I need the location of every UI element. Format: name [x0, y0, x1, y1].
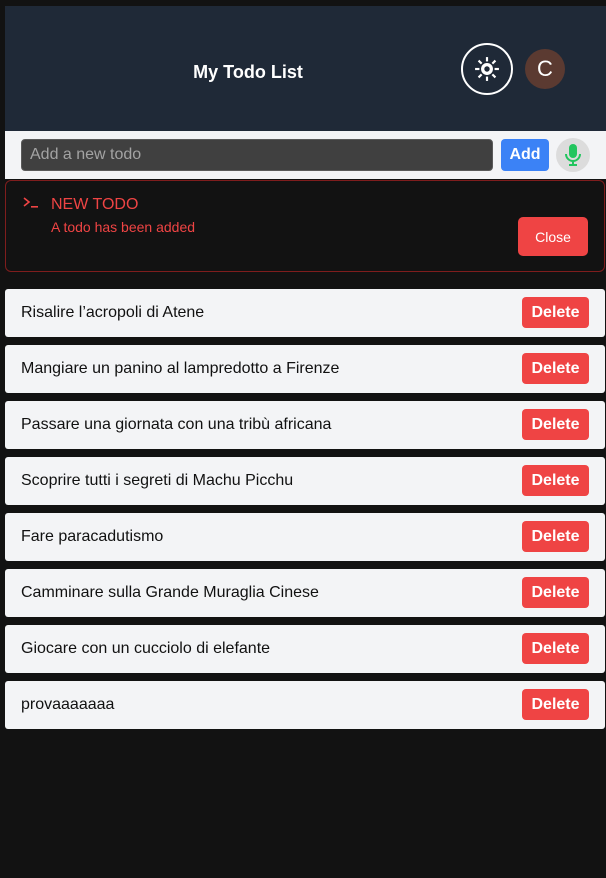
todo-item: provaaaaaaa Delete [5, 681, 605, 729]
todo-text: Camminare sulla Grande Muraglia Cinese [21, 584, 319, 601]
todo-text: Risalire l’acropoli di Atene [21, 304, 205, 321]
avatar[interactable]: C [525, 49, 565, 89]
sun-gear-icon [475, 57, 499, 81]
delete-button[interactable]: Delete [522, 689, 589, 720]
todo-item: Risalire l’acropoli di Atene Delete [5, 289, 605, 337]
alert-message: A todo has been added [51, 219, 196, 235]
delete-button[interactable]: Delete [522, 633, 589, 664]
todo-item: Camminare sulla Grande Muraglia Cinese D… [5, 569, 605, 617]
alert-title: NEW TODO [51, 196, 139, 213]
app-header: My Todo List C [5, 6, 606, 131]
add-button[interactable]: Add [501, 139, 549, 171]
todo-text: Scoprire tutti i segreti di Machu Picchu [21, 472, 294, 489]
page-title: My Todo List [193, 62, 303, 82]
todo-text: Giocare con un cucciolo di elefante [21, 640, 271, 657]
todo-item: Passare una giornata con una tribù afric… [5, 401, 605, 449]
close-button[interactable]: Close [518, 217, 588, 256]
todo-text: Passare una giornata con una tribù afric… [21, 416, 332, 433]
add-todo-bar: Add [5, 131, 606, 179]
delete-button[interactable]: Delete [522, 297, 589, 328]
microphone-icon [565, 144, 581, 166]
terminal-icon [23, 197, 38, 208]
todo-item: Fare paracadutismo Delete [5, 513, 605, 561]
delete-button[interactable]: Delete [522, 521, 589, 552]
todo-text: Fare paracadutismo [21, 528, 164, 545]
todo-input[interactable] [21, 139, 493, 171]
mic-button[interactable] [556, 138, 590, 172]
todo-list: Risalire l’acropoli di Atene Delete Mang… [5, 289, 605, 737]
delete-button[interactable]: Delete [522, 409, 589, 440]
delete-button[interactable]: Delete [522, 465, 589, 496]
todo-item: Giocare con un cucciolo di elefante Dele… [5, 625, 605, 673]
delete-button[interactable]: Delete [522, 353, 589, 384]
delete-button[interactable]: Delete [522, 577, 589, 608]
alert-banner: NEW TODO A todo has been added Close [5, 180, 605, 272]
theme-toggle-button[interactable] [461, 43, 513, 95]
todo-text: provaaaaaaa [21, 696, 115, 713]
todo-item: Mangiare un panino al lampredotto a Fire… [5, 345, 605, 393]
todo-item: Scoprire tutti i segreti di Machu Picchu… [5, 457, 605, 505]
todo-text: Mangiare un panino al lampredotto a Fire… [21, 360, 340, 377]
